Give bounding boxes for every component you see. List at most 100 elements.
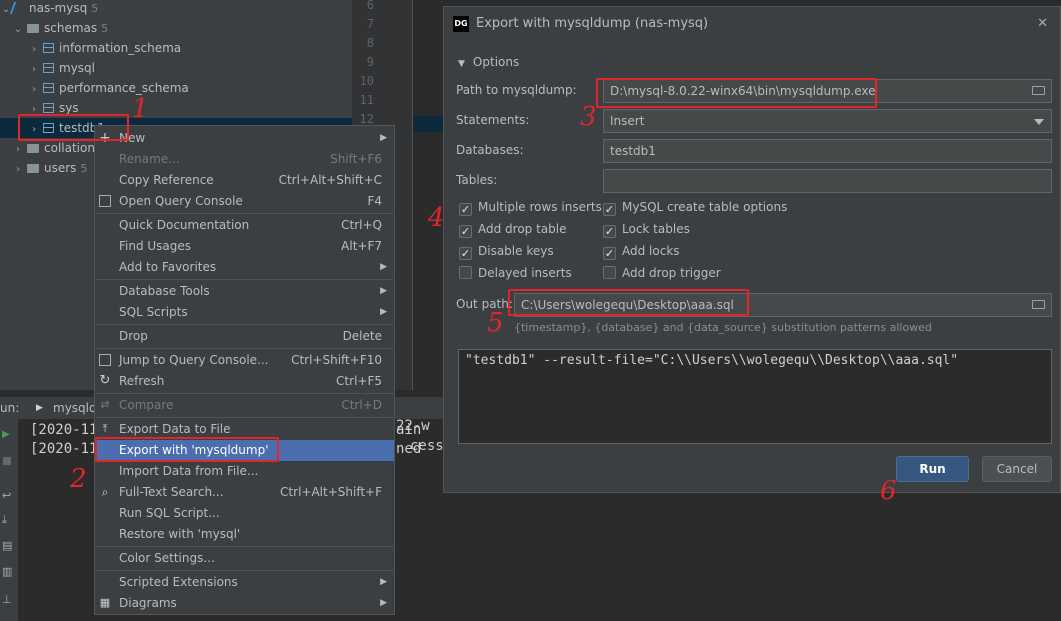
console-icon [99,354,111,366]
chevron-right-icon: › [32,44,36,55]
folder-icon[interactable] [1032,300,1045,309]
checkbox-mysql-create-table-options[interactable]: ✓ MySQL create table options [603,198,787,216]
stop-icon[interactable] [3,457,11,465]
checkbox-add-drop-trigger[interactable]: Add drop trigger [603,264,721,282]
tree-node-collations[interactable]: › collation [12,138,95,158]
checkbox-unchecked-icon [603,266,616,279]
tree-node-schema[interactable]: › information_schema [28,38,181,58]
checkbox-disable-keys[interactable]: ✓ Disable keys [459,242,554,260]
checkbox-checked-icon: ✓ [603,247,616,260]
annotation-number: 6 [880,476,897,506]
output-line: [2020-11 [30,422,98,438]
console-icon [99,195,111,207]
line-number: 6 [366,0,374,12]
annotation-number: 4 [428,203,445,233]
menu-item-drop[interactable]: Drop Delete [95,326,394,347]
compare-icon: ⇄ [100,398,110,411]
checkbox-add-drop-table[interactable]: ✓ Add drop table [459,220,567,238]
menu-item-add-to-favorites[interactable]: Add to Favorites ▶ [95,257,394,278]
tree-node-schemas[interactable]: ⌄ schemas 5 [12,18,108,38]
export-icon: ⤒ [102,422,108,435]
annotation-number: 1 [132,94,149,124]
menu-item-quick-documentation[interactable]: Quick Documentation Ctrl+Q [95,215,394,236]
line-number: 11 [359,93,374,107]
run-button[interactable]: Run [896,456,969,482]
dialog-title-bar[interactable]: DG Export with mysqldump (nas-mysq) ✕ [444,7,1060,41]
menu-item-run-sql-script[interactable]: Run SQL Script... [95,503,394,524]
statements-select[interactable]: Insert [603,109,1052,133]
menu-item-restore-with-mysql[interactable]: Restore with 'mysql' [95,524,394,545]
pin-icon[interactable]: ⊥ [2,593,12,606]
statements-label: Statements: [456,113,530,127]
menu-item-find-usages[interactable]: Find Usages Alt+F7 [95,236,394,257]
triangle-down-icon: ▼ [458,59,465,69]
menu-item-full-text-search[interactable]: ⌕ Full-Text Search... Ctrl+Alt+Shift+F [95,482,394,503]
chevron-right-icon: › [32,64,36,75]
menu-item-new[interactable]: + New ▶ [95,128,394,149]
chevron-down-icon: ⌄ [13,24,23,35]
cancel-button[interactable]: Cancel [982,456,1052,482]
checkbox-multiple-rows-inserts[interactable]: ✓ Multiple rows inserts [459,198,602,216]
output-fragment: 22-w [396,418,430,434]
path-label: Path to mysqldump: [456,83,577,97]
menu-item-color-settings[interactable]: Color Settings... [95,548,394,569]
menu-item-copy-reference[interactable]: Copy Reference Ctrl+Alt+Shift+C [95,170,394,191]
menu-item-database-tools[interactable]: Database Tools ▶ [95,281,394,302]
menu-separator [96,393,393,394]
print-icon[interactable]: ▤ [2,539,12,552]
checkbox-delayed-inserts[interactable]: Delayed inserts [459,264,572,282]
output-fragment: cess [410,438,444,454]
chevron-right-icon: › [32,84,36,95]
checkbox-lock-tables[interactable]: ✓ Lock tables [603,220,690,238]
schema-icon [43,103,54,113]
menu-item-diagrams[interactable]: ▦ Diagrams ▶ [95,593,394,614]
databases-field[interactable]: testdb1 [603,139,1052,163]
tree-node-datasource[interactable]: ⌄ nas-mysq 5 [0,0,98,18]
editor-area[interactable] [413,0,443,390]
checkbox-checked-icon: ✓ [459,225,472,238]
run-tab[interactable]: mysqld [53,397,97,419]
menu-item-import-data-from-file[interactable]: Import Data from File... [95,461,394,482]
scroll-end-icon[interactable]: ⤓ [2,513,7,527]
tables-field[interactable] [603,169,1052,193]
checkbox-add-locks[interactable]: ✓ Add locks [603,242,680,260]
search-icon: ⌕ [101,485,109,499]
options-section-toggle[interactable]: ▼ Options [458,53,519,71]
rerun-icon[interactable]: ▶ [2,429,10,440]
menu-item-jump-to-query-console[interactable]: Jump to Query Console... Ctrl+Shift+F10 [95,350,394,371]
line-number: 8 [366,36,374,50]
tree-node-schema[interactable]: › performance_schema [28,78,189,98]
annotation-box-testdb1 [18,114,129,141]
menu-separator [96,348,393,349]
annotation-number: 3 [580,102,597,132]
output-line: [2020-11 [30,441,98,457]
datasource-icon [9,2,27,14]
wrap-icon[interactable]: ↩ [2,489,11,502]
folder-icon [27,164,39,173]
diagram-icon: ▦ [99,596,111,609]
submenu-arrow-icon: ▶ [380,307,387,317]
line-number: 12 [359,112,374,126]
chevron-right-icon: › [16,144,20,155]
menu-item-scripted-extensions[interactable]: Scripted Extensions ▶ [95,572,394,593]
checkbox-checked-icon: ✓ [603,203,616,216]
tree-node-schema[interactable]: › mysql [28,58,95,78]
menu-item-refresh[interactable]: ↻ Refresh Ctrl+F5 [95,371,394,392]
command-preview[interactable]: "testdb1" --result-file="C:\\Users\\wole… [458,349,1052,444]
menu-item-sql-scripts[interactable]: SQL Scripts ▶ [95,302,394,323]
menu-item-open-query-console[interactable]: Open Query Console F4 [95,191,394,212]
folder-icon[interactable] [1032,86,1045,95]
annotation-number: 5 [487,308,504,338]
substitution-hint: {timestamp}, {database} and {data_source… [514,321,932,334]
trash-icon[interactable]: ▥ [2,565,12,578]
chevron-right-icon: › [16,164,20,175]
datagrip-logo: DG [453,16,469,32]
annotation-number: 2 [70,464,87,494]
checkbox-checked-icon: ✓ [459,203,472,216]
submenu-arrow-icon: ▶ [380,262,387,272]
line-number: 7 [366,17,374,31]
menu-item-rename[interactable]: Rename... Shift+F6 [95,149,394,170]
menu-item-compare[interactable]: ⇄ Compare Ctrl+D [95,395,394,416]
close-icon[interactable]: ✕ [1037,7,1048,41]
tree-node-users[interactable]: › users 5 [12,158,87,178]
